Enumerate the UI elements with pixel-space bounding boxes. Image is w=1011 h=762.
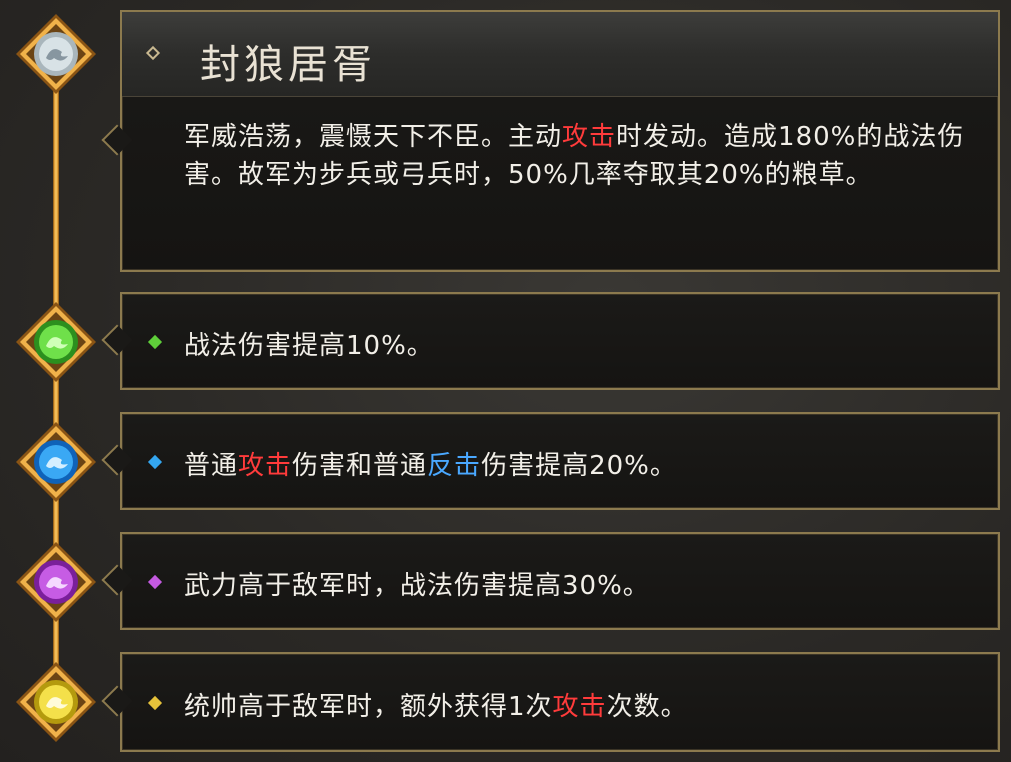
skill-title: 封狼居胥 (200, 42, 376, 88)
hollow-diamond-icon (145, 45, 161, 61)
effect-panel-1: 战法伤害提高10%。 (120, 292, 1000, 390)
skill-description: 军威浩荡，震慑天下不臣。主动攻击时发动。造成180%的战法伤害。故军为步兵或弓兵… (184, 118, 984, 194)
effect-text-2: 普通攻击伤害和普通反击伤害提高20%。 (184, 451, 677, 481)
desc-text: 军威浩荡，震慑天下不臣。主动 (184, 122, 563, 152)
purple-dragon-gem-icon[interactable] (14, 540, 98, 624)
purple-diamond-icon (147, 574, 163, 590)
effect-text-4: 统帅高于敌军时，额外获得1次攻击次数。 (184, 692, 688, 722)
green-dragon-gem-icon[interactable] (14, 300, 98, 384)
effect-panel-3: 武力高于敌军时，战法伤害提高30%。 (120, 532, 1000, 630)
skill-title-bar: 封狼居胥 (122, 12, 998, 97)
effect-text-1: 战法伤害提高10%。 (184, 331, 434, 361)
yellow-diamond-icon (147, 695, 163, 711)
green-diamond-icon (147, 334, 163, 350)
effect-text-3: 武力高于敌军时，战法伤害提高30%。 (184, 571, 650, 601)
yellow-dragon-gem-icon[interactable] (14, 660, 98, 744)
blue-dragon-gem-icon[interactable] (14, 420, 98, 504)
silver-dragon-gem-icon[interactable] (14, 12, 98, 96)
keyword-attack: 攻击 (552, 692, 607, 722)
effect-panel-2: 普通攻击伤害和普通反击伤害提高20%。 (120, 412, 1000, 510)
keyword-attack: 攻击 (562, 122, 617, 152)
effect-panel-4: 统帅高于敌军时，额外获得1次攻击次数。 (120, 652, 1000, 752)
blue-diamond-icon (147, 454, 163, 470)
skill-panel: 封狼居胥 军威浩荡，震慑天下不臣。主动攻击时发动。造成180%的战法伤害。故军为… (120, 10, 1000, 272)
keyword-counter: 反击 (427, 451, 482, 481)
keyword-attack: 攻击 (238, 451, 293, 481)
